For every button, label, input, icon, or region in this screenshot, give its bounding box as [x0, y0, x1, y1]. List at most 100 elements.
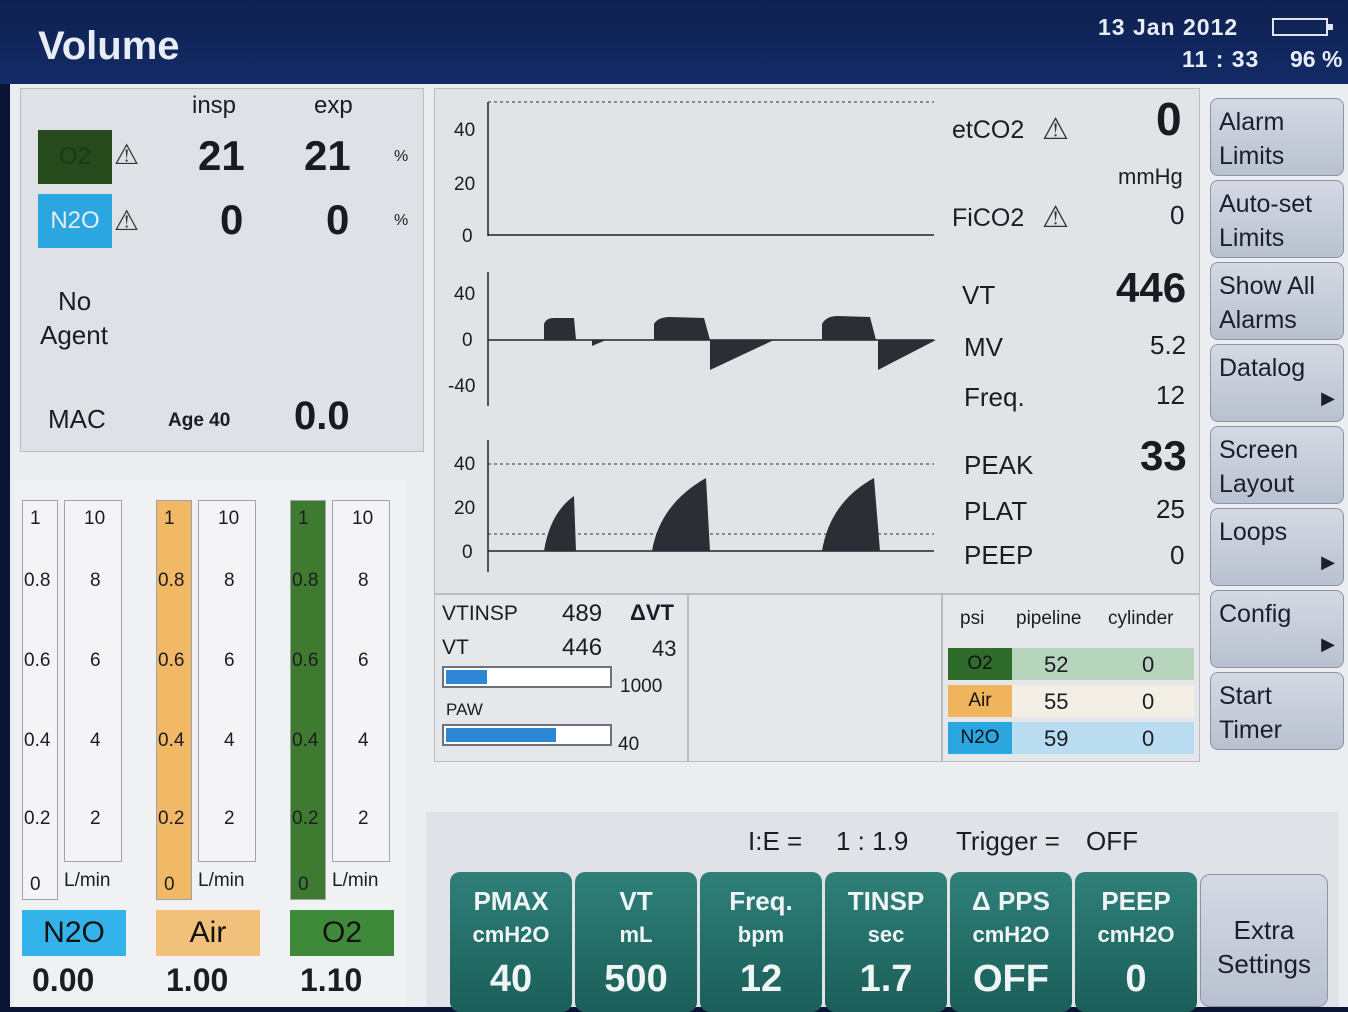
- paw-axis-tick: 0: [462, 542, 473, 563]
- setting-unit: mL: [619, 922, 653, 947]
- flow-scale-low-tick: 0.8: [24, 570, 51, 591]
- flow-axis-tick: 0: [462, 330, 473, 351]
- battery-icon: [1272, 18, 1333, 36]
- side-menu-button[interactable]: Show All Alarms: [1210, 262, 1344, 340]
- setting-value: 1.7: [859, 958, 913, 1000]
- flowmeter-gas-label: O2: [290, 910, 394, 956]
- n2o-exp-value: 0: [326, 196, 350, 243]
- setting-label: PMAX: [473, 886, 549, 916]
- setting-value: 0: [1125, 958, 1147, 1000]
- setting-unit: sec: [867, 922, 905, 947]
- vtinsp-label: VTINSP: [442, 602, 518, 625]
- psi-header: psi: [960, 608, 985, 629]
- mac-label: MAC: [48, 404, 106, 434]
- flow-tube-low: [22, 500, 58, 900]
- alarm-off-icon: ⚠: [1042, 201, 1069, 234]
- o2-exp-value: 21: [304, 132, 351, 179]
- extra-settings-line2: Settings: [1217, 949, 1311, 979]
- peak-label: PEAK: [964, 450, 1034, 480]
- setting-label: TINSP: [847, 886, 925, 916]
- flow-scale-high-tick: 10: [84, 508, 106, 529]
- vt-small-label: VT: [442, 636, 469, 659]
- flow-scale-high-tick: 2: [224, 808, 235, 829]
- triangle-right-icon: ▶: [1321, 552, 1335, 572]
- setting-unit: cmH2O: [472, 922, 550, 947]
- side-menu-button[interactable]: Alarm Limits: [1210, 98, 1344, 176]
- n2o-insp-value: 0: [220, 196, 244, 243]
- flow-scale-low-tick: 0: [30, 874, 41, 895]
- empty-box: [688, 594, 942, 762]
- etco2-value: 0: [1156, 93, 1182, 145]
- alarm-off-icon: ⚠: [1042, 113, 1069, 146]
- flow-scale-high-tick: 6: [224, 650, 235, 671]
- flow-scale-low-tick: 0.2: [292, 808, 319, 829]
- agent-line2: Agent: [40, 320, 108, 350]
- side-menu-line2: Layout: [1219, 470, 1295, 498]
- exp-header: exp: [314, 92, 353, 119]
- waveform-graphs: 40 20 0 40 0 -40 40 20 0: [448, 101, 936, 572]
- flow-scale-low-tick: 0.8: [158, 570, 185, 591]
- time-display: 11 : 33: [1182, 46, 1260, 72]
- side-menu-button[interactable]: Config ▶: [1210, 590, 1344, 668]
- setting-button[interactable]: Freq. bpm 12: [700, 872, 822, 1012]
- setting-button[interactable]: PEEP cmH2O 0: [1075, 872, 1197, 1012]
- flow-tube-low: [156, 500, 192, 900]
- flow-scale-low-tick: 0.4: [24, 730, 51, 751]
- vt-bar: [442, 666, 612, 688]
- side-menu-button[interactable]: Start Timer: [1210, 672, 1344, 750]
- flow-unit: L/min: [198, 870, 245, 891]
- battery-percent: 96 %: [1290, 46, 1343, 72]
- n2o-swatch: N2O: [38, 194, 112, 248]
- setting-button[interactable]: PMAX cmH2O 40: [450, 872, 572, 1012]
- paw-bar-fill: [446, 728, 557, 742]
- peep-label: PEEP: [964, 540, 1034, 570]
- setting-unit: cmH2O: [1097, 922, 1175, 947]
- flow-scale-low-tick: 0.6: [24, 650, 51, 671]
- setting-button[interactable]: TINSP sec 1.7: [825, 872, 947, 1012]
- flow-scale-high-tick: 4: [224, 730, 235, 751]
- flow-scale-low-tick: 0.8: [292, 570, 319, 591]
- gas-supply-gas: N2O: [948, 722, 1012, 754]
- setting-label: PEEP: [1101, 886, 1171, 916]
- side-menu-button[interactable]: Screen Layout: [1210, 426, 1344, 504]
- flowmeter-value: 1.00: [166, 962, 229, 998]
- flowmeter-value: 1.10: [300, 962, 363, 998]
- flow-tube-low: [290, 500, 326, 900]
- trigger-label: Trigger =: [956, 826, 1060, 856]
- gas-supply-pipeline: 55: [1044, 689, 1069, 714]
- flow-scale-high-tick: 8: [224, 570, 235, 591]
- co2-axis-tick: 20: [454, 174, 475, 195]
- peep-value: 0: [1170, 540, 1185, 570]
- insp-header: insp: [192, 92, 237, 119]
- flow-scale-high-tick: 10: [218, 508, 240, 529]
- vt-bar-max: 1000: [620, 676, 663, 697]
- extra-settings-button[interactable]: Extra Settings: [1200, 874, 1328, 1007]
- flow-scale-low-tick: 0.2: [24, 808, 51, 829]
- vt-value: 446: [1116, 264, 1187, 311]
- side-menu-line1: Screen: [1219, 436, 1299, 464]
- o2-insp-value: 21: [198, 132, 245, 179]
- side-menu-line1: Datalog: [1219, 354, 1306, 382]
- n2o-unit: %: [394, 212, 409, 229]
- flowmeter-value: 0.00: [32, 962, 95, 998]
- flow-scale-low-tick: 0.6: [292, 650, 319, 671]
- setting-button[interactable]: Δ PPS cmH2O OFF: [950, 872, 1072, 1012]
- flowmeter-gas-label: N2O: [22, 910, 126, 956]
- ventilation-mode-title: Volume: [38, 24, 180, 68]
- plat-value: 25: [1156, 494, 1185, 524]
- side-menu-button[interactable]: Loops ▶: [1210, 508, 1344, 586]
- flow-scale-high-tick: 8: [358, 570, 369, 591]
- flow-axis-tick: 40: [454, 284, 475, 305]
- gas-supply-pipeline: 52: [1044, 652, 1069, 677]
- flow-scale-low-tick: 0.2: [158, 808, 185, 829]
- flowmeter-gas-label: Air: [156, 910, 260, 956]
- freq-value: 12: [1156, 380, 1185, 410]
- ie-label: I:E =: [748, 826, 803, 856]
- setting-button[interactable]: VT mL 500: [575, 872, 697, 1012]
- flow-scale-high-tick: 8: [90, 570, 101, 591]
- flow-scale-high-tick: 6: [90, 650, 101, 671]
- side-menu-button[interactable]: Datalog ▶: [1210, 344, 1344, 422]
- paw-bar: [442, 724, 612, 746]
- setting-value: OFF: [973, 958, 1049, 1000]
- side-menu-button[interactable]: Auto-set Limits: [1210, 180, 1344, 258]
